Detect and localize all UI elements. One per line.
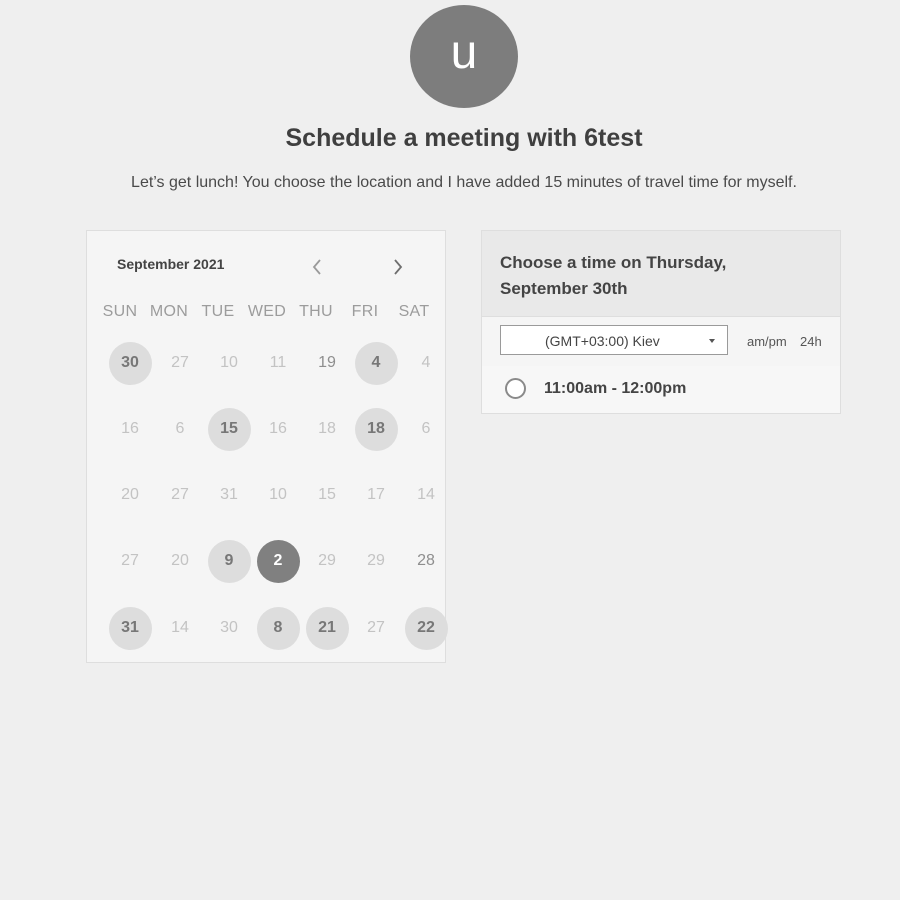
time-selection-panel: Choose a time on Thursday, September 30t… (481, 230, 841, 414)
calendar-day[interactable]: 9 (207, 539, 251, 583)
calendar-day[interactable]: 22 (404, 606, 448, 650)
format-24h-toggle[interactable]: 24h (800, 334, 822, 349)
calendar-day: 4 (421, 354, 431, 371)
calendar-day: 16 (269, 420, 287, 437)
calendar-day: 6 (421, 420, 431, 437)
calendar-day: 10 (269, 486, 287, 503)
calendar-day[interactable]: 21 (305, 606, 349, 650)
calendar-day: 29 (367, 552, 385, 569)
event-description: Let’s get lunch! You choose the location… (131, 174, 797, 191)
calendar-day-grid: 30 27 10 11 19 4 4 16 6 15 16 18 18 6 20 27 31 10 15 17 14 27… (87, 231, 448, 664)
calendar-day: 27 (171, 486, 189, 503)
calendar-day[interactable]: 4 (354, 341, 398, 385)
radio-button[interactable] (505, 378, 526, 399)
page-title: Schedule a meeting with 6test (285, 124, 643, 152)
calendar-day: 27 (121, 552, 139, 569)
calendar-day-selected[interactable]: 2 (256, 539, 300, 583)
calendar-day: 6 (175, 420, 185, 437)
calendar-day: 20 (121, 486, 139, 503)
calendar-day: 10 (220, 354, 238, 371)
format-ampm-toggle[interactable]: am/pm (747, 334, 787, 349)
time-slot-option[interactable]: 11:00am - 12:00pm (482, 366, 840, 413)
calendar-day: 28 (417, 552, 435, 569)
timezone-value: (GMT+03:00) Kiev (545, 333, 660, 349)
calendar-day[interactable]: 18 (354, 407, 398, 451)
time-panel-header: Choose a time on Thursday, September 30t… (482, 231, 840, 317)
calendar-day: 16 (121, 420, 139, 437)
time-slot-label: 11:00am - 12:00pm (544, 380, 687, 397)
calendar-day: 27 (171, 354, 189, 371)
date-picker-calendar: September 2021 SUN MON TUE WED THU FRI S… (86, 230, 448, 664)
calendar-day: 17 (367, 486, 385, 503)
timezone-select[interactable]: (GMT+03:00) Kiev (500, 325, 728, 355)
calendar-day[interactable]: 30 (108, 341, 152, 385)
calendar-day[interactable]: 8 (256, 606, 300, 650)
avatar-initial: u (450, 25, 478, 79)
calendar-day: 19 (318, 354, 336, 371)
calendar-day: 14 (171, 619, 189, 636)
calendar-day: 18 (318, 420, 336, 437)
calendar-day[interactable]: 15 (207, 407, 251, 451)
calendar-day: 11 (269, 354, 287, 371)
calendar-day: 27 (367, 619, 385, 636)
calendar-day: 30 (220, 619, 238, 636)
caret-down-icon (709, 339, 715, 343)
calendar-day: 15 (318, 486, 336, 503)
calendar-day: 31 (220, 486, 238, 503)
calendar-day: 14 (417, 486, 435, 503)
calendar-day[interactable]: 31 (108, 606, 152, 650)
calendar-day: 20 (171, 552, 189, 569)
time-panel-title: Choose a time on Thursday, September 30t… (500, 253, 727, 298)
host-avatar: u (410, 5, 518, 108)
calendar-day: 29 (318, 552, 336, 569)
